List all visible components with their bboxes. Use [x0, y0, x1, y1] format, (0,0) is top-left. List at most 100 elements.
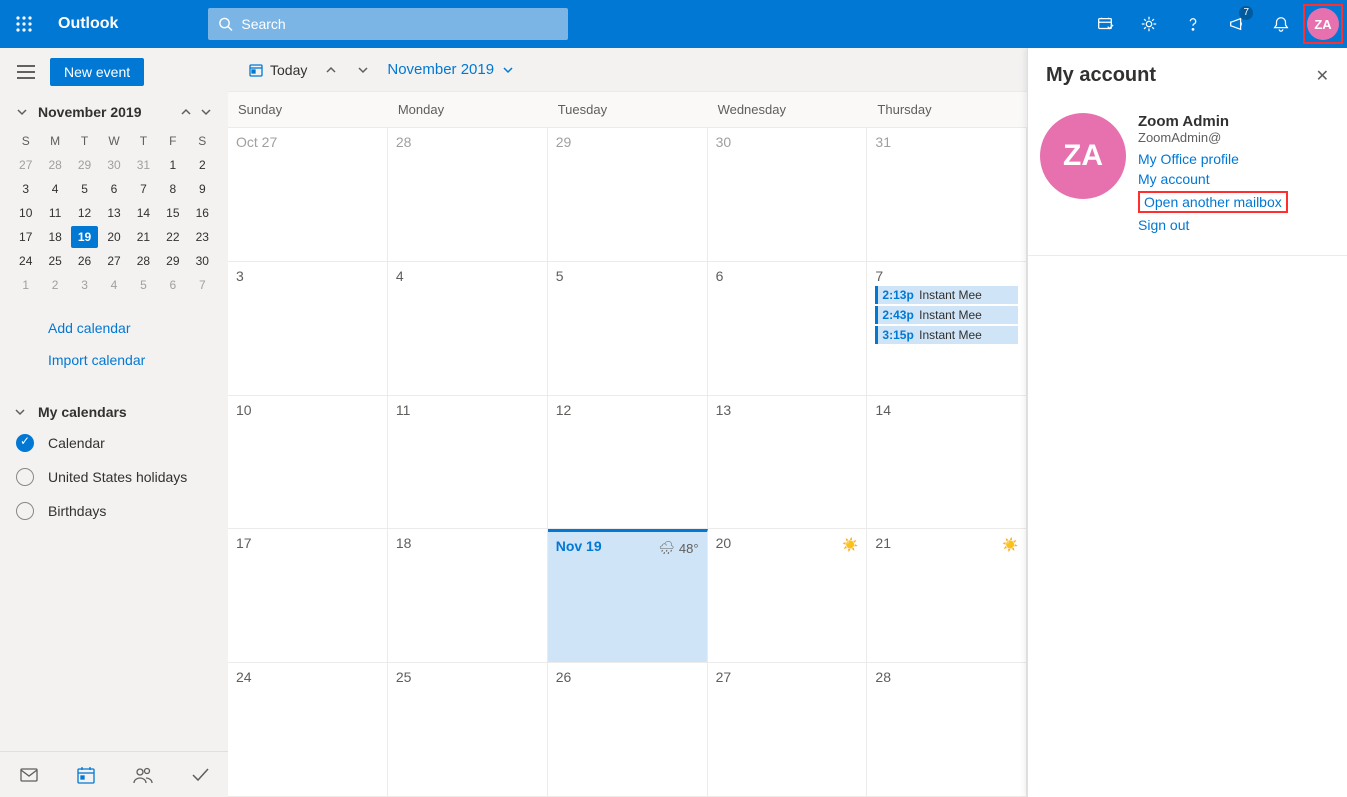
- calendar-day-cell[interactable]: 28: [388, 128, 548, 261]
- calendar-day-cell[interactable]: 30: [708, 128, 868, 261]
- minical-day[interactable]: 23: [189, 226, 216, 248]
- calendar-day-cell[interactable]: 28: [867, 663, 1027, 796]
- calendar-checkbox[interactable]: [16, 502, 34, 520]
- minical-day[interactable]: 31: [130, 154, 157, 176]
- calendar-day-cell[interactable]: 12: [548, 396, 708, 529]
- new-event-button[interactable]: New event: [50, 58, 144, 86]
- minical-day[interactable]: 5: [130, 274, 157, 296]
- import-calendar-link[interactable]: Import calendar: [48, 344, 210, 376]
- minical-day[interactable]: 2: [41, 274, 68, 296]
- today-button[interactable]: Today: [240, 57, 315, 83]
- settings-icon[interactable]: [1127, 0, 1171, 48]
- minical-day[interactable]: 12: [71, 202, 98, 224]
- minical-day[interactable]: 28: [130, 250, 157, 272]
- calendar-day-cell[interactable]: 11: [388, 396, 548, 529]
- next-period-icon[interactable]: [347, 54, 379, 86]
- minical-day[interactable]: 2: [189, 154, 216, 176]
- minical-day[interactable]: 4: [100, 274, 127, 296]
- calendar-list-item[interactable]: United States holidays: [14, 460, 214, 494]
- add-calendar-link[interactable]: Add calendar: [48, 312, 210, 344]
- minical-day[interactable]: 6: [100, 178, 127, 200]
- minical-day[interactable]: 26: [71, 250, 98, 272]
- calendar-day-cell[interactable]: 25: [388, 663, 548, 796]
- calendar-day-cell[interactable]: 31: [867, 128, 1027, 261]
- prev-period-icon[interactable]: [315, 54, 347, 86]
- minical-day[interactable]: 15: [159, 202, 186, 224]
- minical-day[interactable]: 4: [41, 178, 68, 200]
- calendar-day-cell[interactable]: 13: [708, 396, 868, 529]
- minical-day[interactable]: 7: [189, 274, 216, 296]
- minical-prev-icon[interactable]: [176, 102, 196, 122]
- minical-day[interactable]: 18: [41, 226, 68, 248]
- mail-module-icon[interactable]: [9, 755, 49, 795]
- minical-day[interactable]: 8: [159, 178, 186, 200]
- minical-day[interactable]: 16: [189, 202, 216, 224]
- minical-day[interactable]: 3: [71, 274, 98, 296]
- calendar-day-cell[interactable]: 27: [708, 663, 868, 796]
- sign-out-link[interactable]: Sign out: [1138, 215, 1288, 235]
- calendar-day-cell[interactable]: 20☀️: [708, 529, 868, 662]
- help-icon[interactable]: [1171, 0, 1215, 48]
- minical-day[interactable]: 17: [12, 226, 39, 248]
- minical-day[interactable]: 20: [100, 226, 127, 248]
- app-launcher-icon[interactable]: [0, 0, 48, 48]
- minical-day[interactable]: 14: [130, 202, 157, 224]
- minical-day[interactable]: 19: [71, 226, 98, 248]
- calendar-day-cell[interactable]: 14: [867, 396, 1027, 529]
- account-avatar-button[interactable]: ZA: [1303, 4, 1343, 44]
- minical-day[interactable]: 30: [189, 250, 216, 272]
- calendar-day-cell[interactable]: 24: [228, 663, 388, 796]
- whats-new-icon[interactable]: [1083, 0, 1127, 48]
- month-selector[interactable]: November 2019: [387, 61, 514, 78]
- minical-day[interactable]: 29: [159, 250, 186, 272]
- search-box[interactable]: [208, 8, 568, 40]
- search-input[interactable]: [241, 16, 558, 32]
- close-icon[interactable]: ✕: [1316, 66, 1329, 86]
- calendar-day-cell[interactable]: 10: [228, 396, 388, 529]
- minical-day[interactable]: 10: [12, 202, 39, 224]
- minical-day[interactable]: 9: [189, 178, 216, 200]
- my-calendars-toggle[interactable]: My calendars: [14, 398, 214, 426]
- calendar-day-cell[interactable]: Oct 27: [228, 128, 388, 261]
- minical-day[interactable]: 1: [159, 154, 186, 176]
- calendar-day-cell[interactable]: 6: [708, 262, 868, 395]
- calendar-day-cell[interactable]: 4: [388, 262, 548, 395]
- calendar-event[interactable]: 2:43p Instant Mee: [875, 306, 1018, 324]
- calendar-checkbox[interactable]: [16, 468, 34, 486]
- calendar-checkbox[interactable]: [16, 434, 34, 452]
- tasks-module-icon[interactable]: [180, 755, 220, 795]
- my-office-profile-link[interactable]: My Office profile: [1138, 149, 1288, 169]
- minical-day[interactable]: 30: [100, 154, 127, 176]
- my-account-link[interactable]: My account: [1138, 169, 1288, 189]
- minical-day[interactable]: 5: [71, 178, 98, 200]
- minical-day[interactable]: 27: [100, 250, 127, 272]
- minical-next-icon[interactable]: [196, 102, 216, 122]
- minical-day[interactable]: 11: [41, 202, 68, 224]
- chevron-down-icon[interactable]: [12, 102, 32, 122]
- minical-day[interactable]: 25: [41, 250, 68, 272]
- minical-day[interactable]: 3: [12, 178, 39, 200]
- minical-day[interactable]: 27: [12, 154, 39, 176]
- open-another-mailbox-link[interactable]: Open another mailbox: [1138, 189, 1288, 215]
- minical-day[interactable]: 28: [41, 154, 68, 176]
- minical-day[interactable]: 13: [100, 202, 127, 224]
- calendar-module-icon[interactable]: [66, 755, 106, 795]
- calendar-list-item[interactable]: Calendar: [14, 426, 214, 460]
- calendar-day-cell[interactable]: 29: [548, 128, 708, 261]
- calendar-event[interactable]: 3:15p Instant Mee: [875, 326, 1018, 344]
- calendar-day-cell[interactable]: 26: [548, 663, 708, 796]
- minical-day[interactable]: 7: [130, 178, 157, 200]
- minical-day[interactable]: 1: [12, 274, 39, 296]
- megaphone-icon[interactable]: 7: [1215, 0, 1259, 48]
- minical-day[interactable]: 6: [159, 274, 186, 296]
- minical-day[interactable]: 29: [71, 154, 98, 176]
- calendar-day-cell[interactable]: 72:13p Instant Mee2:43p Instant Mee3:15p…: [867, 262, 1027, 395]
- calendar-day-cell[interactable]: 3: [228, 262, 388, 395]
- calendar-list-item[interactable]: Birthdays: [14, 494, 214, 528]
- bell-icon[interactable]: [1259, 0, 1303, 48]
- minical-day[interactable]: 24: [12, 250, 39, 272]
- calendar-day-cell[interactable]: 18: [388, 529, 548, 662]
- hamburger-icon[interactable]: [12, 58, 40, 86]
- people-module-icon[interactable]: [123, 755, 163, 795]
- calendar-day-cell[interactable]: 17: [228, 529, 388, 662]
